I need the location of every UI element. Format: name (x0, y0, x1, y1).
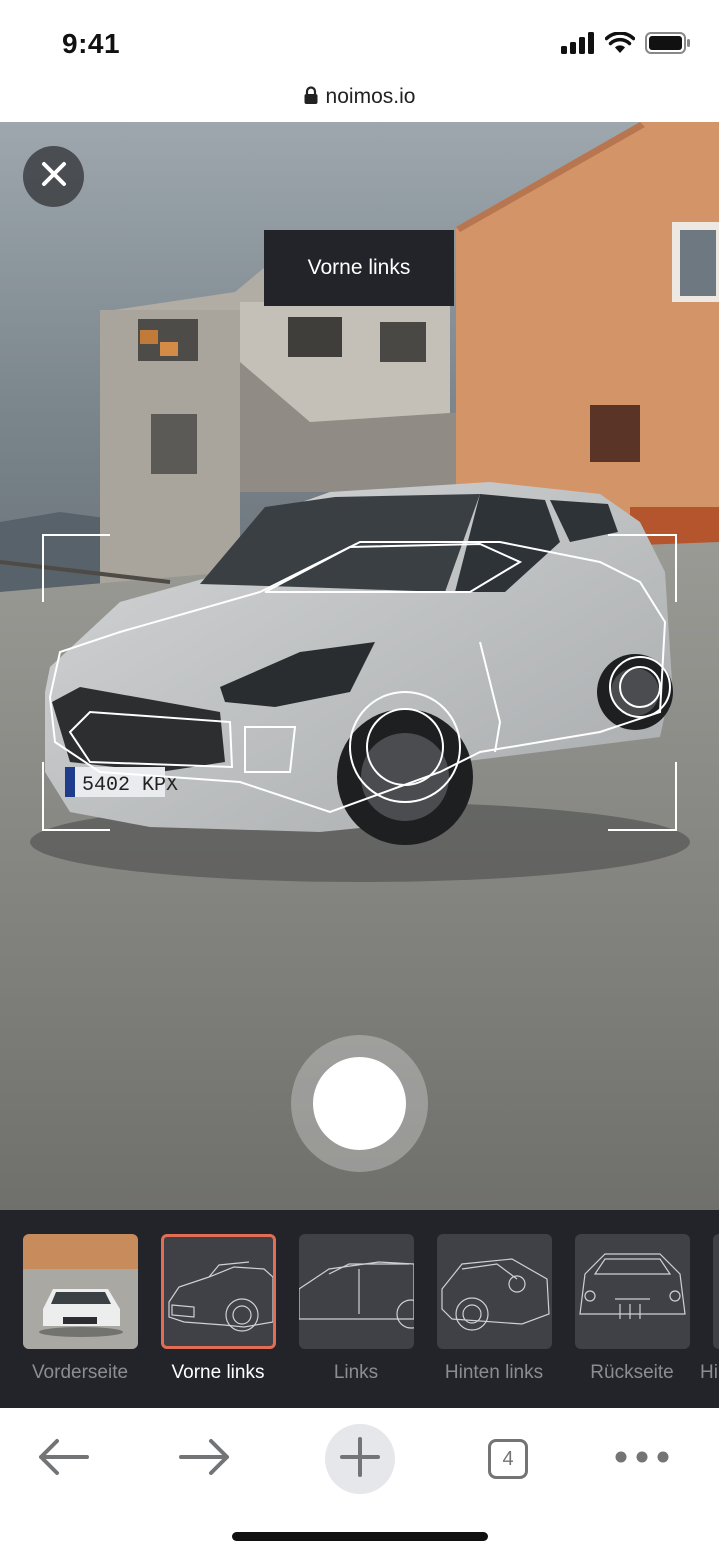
back-arrow-icon (37, 1438, 89, 1481)
thumbnail-label: Vorderseite (31, 1362, 129, 1383)
thumbnail-front-photo[interactable] (23, 1234, 138, 1349)
thumbnail-left[interactable] (299, 1234, 414, 1349)
status-icons (561, 31, 691, 59)
browser-toolbar: 4 (0, 1408, 719, 1557)
shutter-button[interactable] (313, 1057, 406, 1150)
thumbnail-label: Hi (700, 1362, 718, 1383)
tab-count: 4 (488, 1439, 528, 1479)
more-dots-icon (614, 1450, 670, 1469)
thumbnail-label: Hinten links (444, 1362, 544, 1383)
status-bar: 9:41 (0, 0, 719, 80)
new-tab-button[interactable] (325, 1424, 395, 1494)
thumbnail-label: Vorne links (171, 1362, 265, 1383)
close-button[interactable] (23, 146, 84, 207)
address-bar[interactable]: noimos.io (0, 72, 719, 122)
thumbnail-rear-left[interactable] (437, 1234, 552, 1349)
status-time: 9:41 (62, 28, 121, 59)
forward-arrow-icon (179, 1438, 231, 1481)
wifi-icon (604, 31, 636, 59)
angle-tooltip: Vorne links (264, 230, 454, 306)
thumbnail-label: Rückseite (590, 1362, 674, 1383)
signal-icon (561, 32, 595, 59)
lock-icon (304, 85, 318, 109)
back-button[interactable] (30, 1424, 96, 1494)
forward-button[interactable] (172, 1424, 238, 1494)
url-text: noimos.io (325, 85, 416, 108)
home-indicator (232, 1532, 488, 1541)
thumbnail-label: Links (333, 1362, 379, 1383)
battery-icon (645, 32, 691, 59)
more-button[interactable] (612, 1424, 672, 1494)
thumbnail-front-left[interactable] (161, 1234, 276, 1349)
thumbnail-next[interactable] (713, 1234, 719, 1349)
tabs-button[interactable]: 4 (484, 1424, 532, 1494)
new-tab-circle (325, 1424, 395, 1494)
thumbnail-rear[interactable] (575, 1234, 690, 1349)
close-icon (40, 160, 68, 193)
plus-icon (340, 1436, 380, 1482)
thumbnail-strip[interactable]: Vorderseite Vorne links Links Hinten lin… (0, 1210, 719, 1408)
